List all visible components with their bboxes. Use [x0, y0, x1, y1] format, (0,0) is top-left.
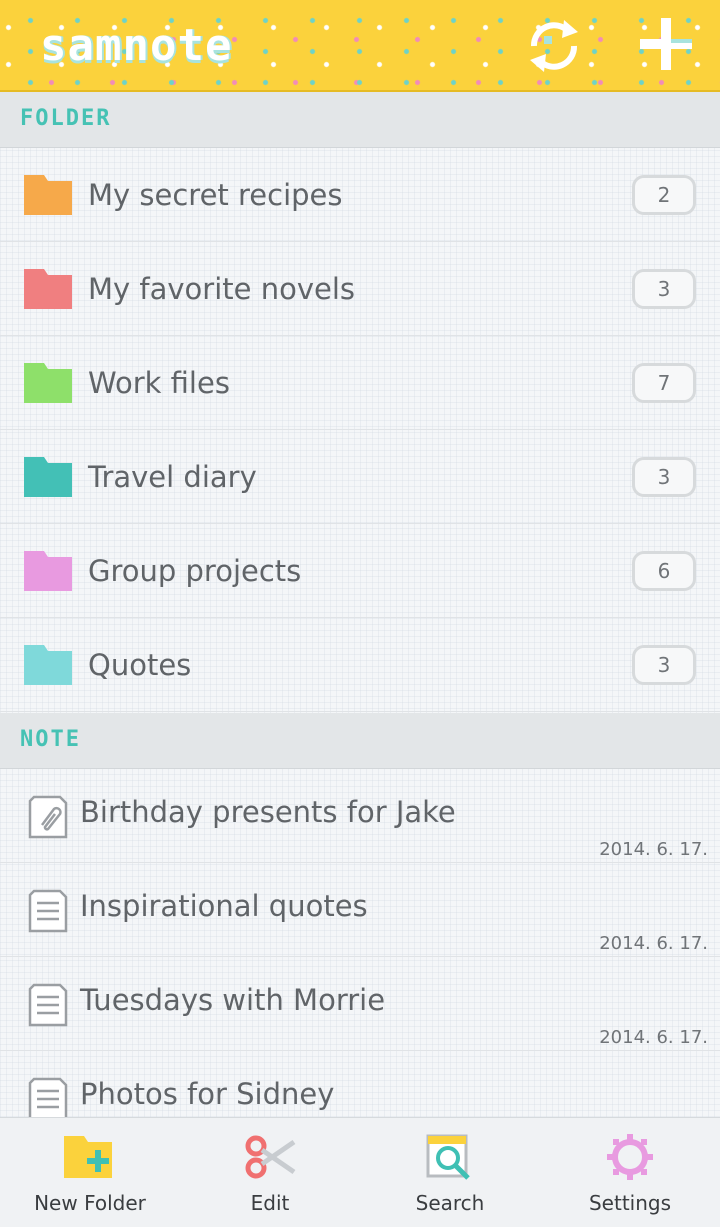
note-title: Inspirational quotes [80, 889, 368, 923]
note-title: Tuesdays with Morrie [80, 983, 386, 1017]
folder-row[interactable]: My secret recipes 2 [0, 148, 720, 242]
search-label: Search [415, 1191, 485, 1215]
note-title: Photos for Sidney [80, 1077, 335, 1111]
settings-label: Settings [588, 1191, 672, 1215]
folder-section-label: FOLDER [20, 106, 112, 131]
sync-icon[interactable] [522, 14, 586, 78]
note-date: 2014. 6. 17. [599, 933, 708, 954]
note-date: 2014. 6. 17. [599, 1027, 708, 1048]
folder-row[interactable]: Quotes 3 [0, 618, 720, 712]
folder-icon [24, 457, 72, 497]
folder-name: Group projects [88, 554, 302, 588]
folder-count-badge: 3 [632, 457, 696, 497]
folder-count-badge: 3 [632, 645, 696, 685]
folder-row[interactable]: Travel diary 3 [0, 430, 720, 524]
folder-count-badge: 3 [632, 269, 696, 309]
new-folder-button[interactable]: New Folder [0, 1118, 180, 1227]
edit-button[interactable]: Edit [180, 1118, 360, 1227]
folder-name: Travel diary [88, 460, 257, 494]
folder-icon [24, 269, 72, 309]
note-row[interactable]: Tuesdays with Morrie 2014. 6. 17. [0, 957, 720, 1051]
folder-name: Work files [88, 366, 230, 400]
folder-icon [24, 551, 72, 591]
app-title: samnote [40, 20, 233, 71]
note-section-header: NOTE [0, 713, 720, 769]
note-title: Birthday presents for Jake [80, 795, 456, 829]
folder-name: Quotes [88, 648, 192, 682]
folder-count-badge: 7 [632, 363, 696, 403]
bottom-toolbar: New Folder Edit Search Settings [0, 1117, 720, 1227]
folder-name: My favorite novels [88, 272, 355, 306]
folder-name: My secret recipes [88, 178, 343, 212]
folder-row[interactable]: Work files 7 [0, 336, 720, 430]
note-section-label: NOTE [20, 727, 81, 752]
folder-icon [24, 175, 72, 215]
note-row[interactable]: Birthday presents for Jake 2014. 6. 17. [0, 769, 720, 863]
attachment-note-icon [28, 795, 68, 839]
add-icon[interactable] [636, 14, 696, 74]
folder-icon [24, 363, 72, 403]
edit-label: Edit [250, 1191, 290, 1215]
note-row[interactable]: Inspirational quotes 2014. 6. 17. [0, 863, 720, 957]
folder-icon [24, 645, 72, 685]
note-icon [28, 889, 68, 933]
folder-count-badge: 2 [632, 175, 696, 215]
search-button[interactable]: Search [360, 1118, 540, 1227]
note-date: 2014. 6. 17. [599, 839, 708, 860]
note-icon [28, 1077, 68, 1121]
scissors-icon [245, 1135, 296, 1179]
settings-button[interactable]: Settings [540, 1118, 720, 1227]
search-icon [426, 1134, 470, 1180]
folder-row[interactable]: My favorite novels 3 [0, 242, 720, 336]
app-header: samnote [0, 0, 720, 92]
folder-count-badge: 6 [632, 551, 696, 591]
new-folder-icon [64, 1136, 112, 1178]
gear-icon [607, 1134, 653, 1180]
new-folder-label: New Folder [34, 1191, 146, 1215]
folder-row[interactable]: Group projects 6 [0, 524, 720, 618]
note-icon [28, 983, 68, 1027]
folder-section-header: FOLDER [0, 92, 720, 148]
